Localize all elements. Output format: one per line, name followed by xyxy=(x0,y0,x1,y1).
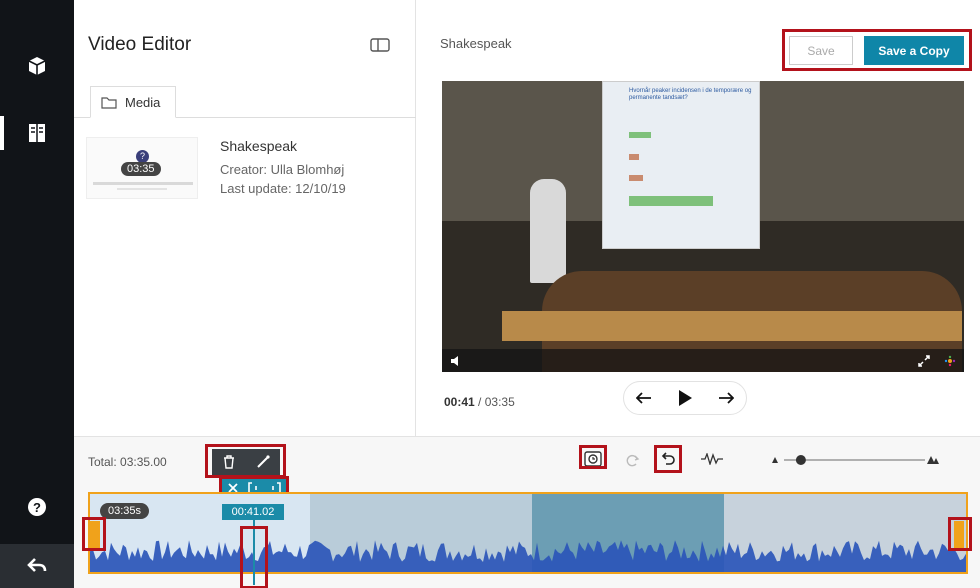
media-panel: Video Editor Media ? 03:35 Shakespeak Cr… xyxy=(74,0,416,436)
save-a-copy-button[interactable]: Save a Copy xyxy=(864,36,964,65)
time-separator: / xyxy=(478,395,482,409)
clip-tools xyxy=(212,449,280,475)
media-meta: Creator: Ulla Blomhøj Last update: 12/10… xyxy=(220,160,346,198)
thumbnail-caption-line xyxy=(117,188,167,190)
folder-icon xyxy=(101,96,117,109)
volume-icon[interactable] xyxy=(450,355,460,367)
clip-end-handle[interactable] xyxy=(954,521,964,549)
timeline-clip[interactable] xyxy=(88,492,968,574)
current-time: 00:41 xyxy=(444,395,475,409)
redo-icon[interactable] xyxy=(626,453,640,467)
help-icon[interactable]: ? xyxy=(0,485,74,529)
media-duration-badge: 03:35 xyxy=(121,162,161,176)
arrow-left-icon[interactable] xyxy=(636,392,652,404)
cube-icon[interactable] xyxy=(0,44,74,88)
media-thumbnail[interactable]: ? 03:35 xyxy=(86,137,198,199)
audio-waveform xyxy=(90,540,966,572)
playback-controls xyxy=(623,381,747,415)
timeline-panel: Total: 03:35.00 03:35s 00:41.02 xyxy=(74,436,980,588)
timeline-total: Total: 03:35.00 xyxy=(88,455,167,469)
tab-media[interactable]: Media xyxy=(90,86,176,118)
clip-start-handle[interactable] xyxy=(90,521,100,549)
fullscreen-icon[interactable] xyxy=(918,354,930,367)
video-scene-presenter xyxy=(530,179,566,283)
waveform-icon[interactable] xyxy=(700,453,724,465)
undo-icon[interactable] xyxy=(660,451,676,467)
svg-text:?: ? xyxy=(33,500,41,515)
tab-media-label: Media xyxy=(125,94,161,110)
slide-bar xyxy=(629,196,713,206)
zoom-slider[interactable] xyxy=(770,453,940,467)
slide-bar xyxy=(629,132,651,138)
time-readout: 00:41 / 03:35 xyxy=(444,395,515,409)
settings-icon[interactable] xyxy=(944,355,956,367)
trash-icon[interactable] xyxy=(222,455,236,469)
history-icon[interactable] xyxy=(584,451,602,467)
video-control-bar xyxy=(442,349,964,372)
video-scene-desk xyxy=(502,311,962,341)
save-button[interactable]: Save xyxy=(789,36,853,65)
media-creator: Creator: Ulla Blomhøj xyxy=(220,162,345,177)
playhead-time: 00:41.02 xyxy=(222,504,284,520)
video-editor-app: ? Video Editor Media ? 03:35 Shakespeak … xyxy=(0,0,980,588)
page-title: Video Editor xyxy=(88,34,192,55)
playhead[interactable] xyxy=(253,519,255,585)
timeline-controls xyxy=(584,445,964,473)
slide-bar xyxy=(629,154,639,160)
thumbnail-caption-line xyxy=(93,182,193,185)
video-title: Shakespeak xyxy=(440,36,512,51)
play-icon[interactable] xyxy=(677,389,693,407)
back-icon[interactable] xyxy=(0,544,74,588)
video-scene-slide: Hvornår peaker incidensen i de temporære… xyxy=(602,81,760,249)
slide-bar xyxy=(629,175,643,181)
media-last-update: Last update: 12/10/19 xyxy=(220,181,346,196)
slide-title: Hvornår peaker incidensen i de temporære… xyxy=(629,88,752,101)
media-name[interactable]: Shakespeak xyxy=(220,138,297,154)
video-player[interactable]: Hvornår peaker incidensen i de temporære… xyxy=(442,81,964,372)
total-time: 03:35 xyxy=(484,395,515,409)
trim-icon[interactable] xyxy=(256,455,270,469)
layout-toggle-icon[interactable] xyxy=(370,38,390,57)
arrow-right-icon[interactable] xyxy=(718,392,734,404)
clip-duration-badge: 03:35s xyxy=(100,503,150,519)
sidebar-rail: ? xyxy=(0,0,74,588)
book-icon[interactable] xyxy=(0,111,74,155)
